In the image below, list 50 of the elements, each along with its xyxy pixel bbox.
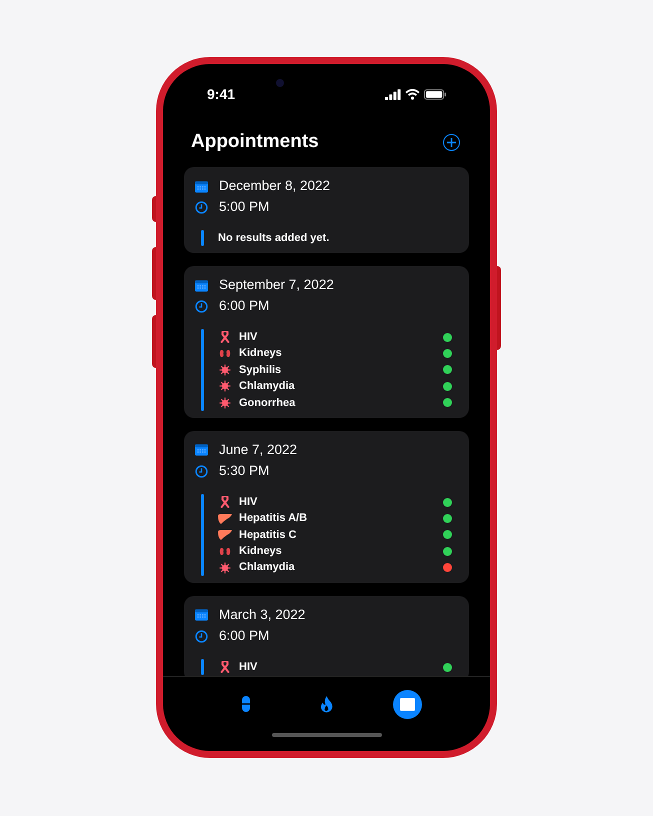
result-bar — [201, 230, 204, 246]
empty-note: No results added yet. — [218, 231, 330, 246]
result-bar — [201, 658, 204, 676]
test-name: HIV — [239, 330, 258, 345]
signal-icon — [385, 88, 401, 100]
test-name: Kidneys — [239, 544, 283, 560]
test-name: Hepatitis A/B — [239, 511, 308, 526]
appointment-time: 5:30 PM — [219, 462, 270, 480]
tab-button[interactable] — [393, 690, 422, 718]
flame-icon — [320, 696, 333, 712]
virus-icon — [219, 364, 231, 376]
appointment-date: September 7, 2022 — [219, 276, 334, 294]
clock-icon — [195, 201, 208, 214]
liver-icon — [218, 530, 232, 540]
ribbon-icon — [220, 496, 230, 508]
ribbon-icon — [220, 331, 230, 344]
appointment-time: 6:00 PM — [219, 627, 270, 646]
battery-icon — [424, 88, 446, 100]
ribbon-icon — [220, 661, 230, 674]
appointment-time: 6:00 PM — [219, 297, 270, 316]
wifi-icon — [405, 88, 420, 100]
test-name: Hepatitis C — [239, 528, 298, 543]
appointment-time: 5:00 PM — [219, 198, 270, 216]
virus-icon — [219, 396, 231, 409]
pill-icon — [242, 696, 250, 712]
page-title: Appointments — [191, 130, 319, 154]
clock-icon — [195, 630, 208, 643]
appointment-date: March 3, 2022 — [219, 606, 306, 624]
test-name: HIV — [239, 660, 258, 675]
clock-icon — [195, 464, 208, 478]
test-name: Chlamydia — [239, 379, 296, 394]
appointment-date: December 8, 2022 — [219, 177, 330, 196]
virus-icon — [219, 380, 231, 392]
appointment-card[interactable]: December 8, 2022 5:00 PM No results added yet. — [184, 167, 469, 253]
virus-icon — [219, 562, 231, 574]
liver-icon — [218, 514, 232, 524]
appointment-date: June 7, 2022 — [219, 441, 298, 460]
test-name: Kidneys — [239, 346, 283, 362]
test-name: HIV — [239, 494, 258, 510]
appointment-card[interactable]: June 7, 2022 5:30 PM HIV Hepatitis A/B Hepatitis C Kidneys Chlamydia — [184, 430, 469, 583]
kidneys-icon — [219, 546, 231, 556]
appointment-card[interactable]: March 3, 2022 6:00 PM HIV — [184, 596, 469, 676]
test-name: Syphilis — [239, 362, 282, 378]
clock-icon — [195, 300, 208, 313]
add-icon[interactable] — [443, 134, 460, 150]
kidneys-icon — [219, 349, 231, 358]
appointment-card[interactable]: September 7, 2022 6:00 PM HIV Kidneys Syphilis Chlamydia Gonorrhea — [184, 266, 469, 418]
status-time: 9:41 — [207, 84, 236, 104]
test-name: Gonorrhea — [239, 396, 296, 411]
test-name: Chlamydia — [239, 560, 296, 576]
